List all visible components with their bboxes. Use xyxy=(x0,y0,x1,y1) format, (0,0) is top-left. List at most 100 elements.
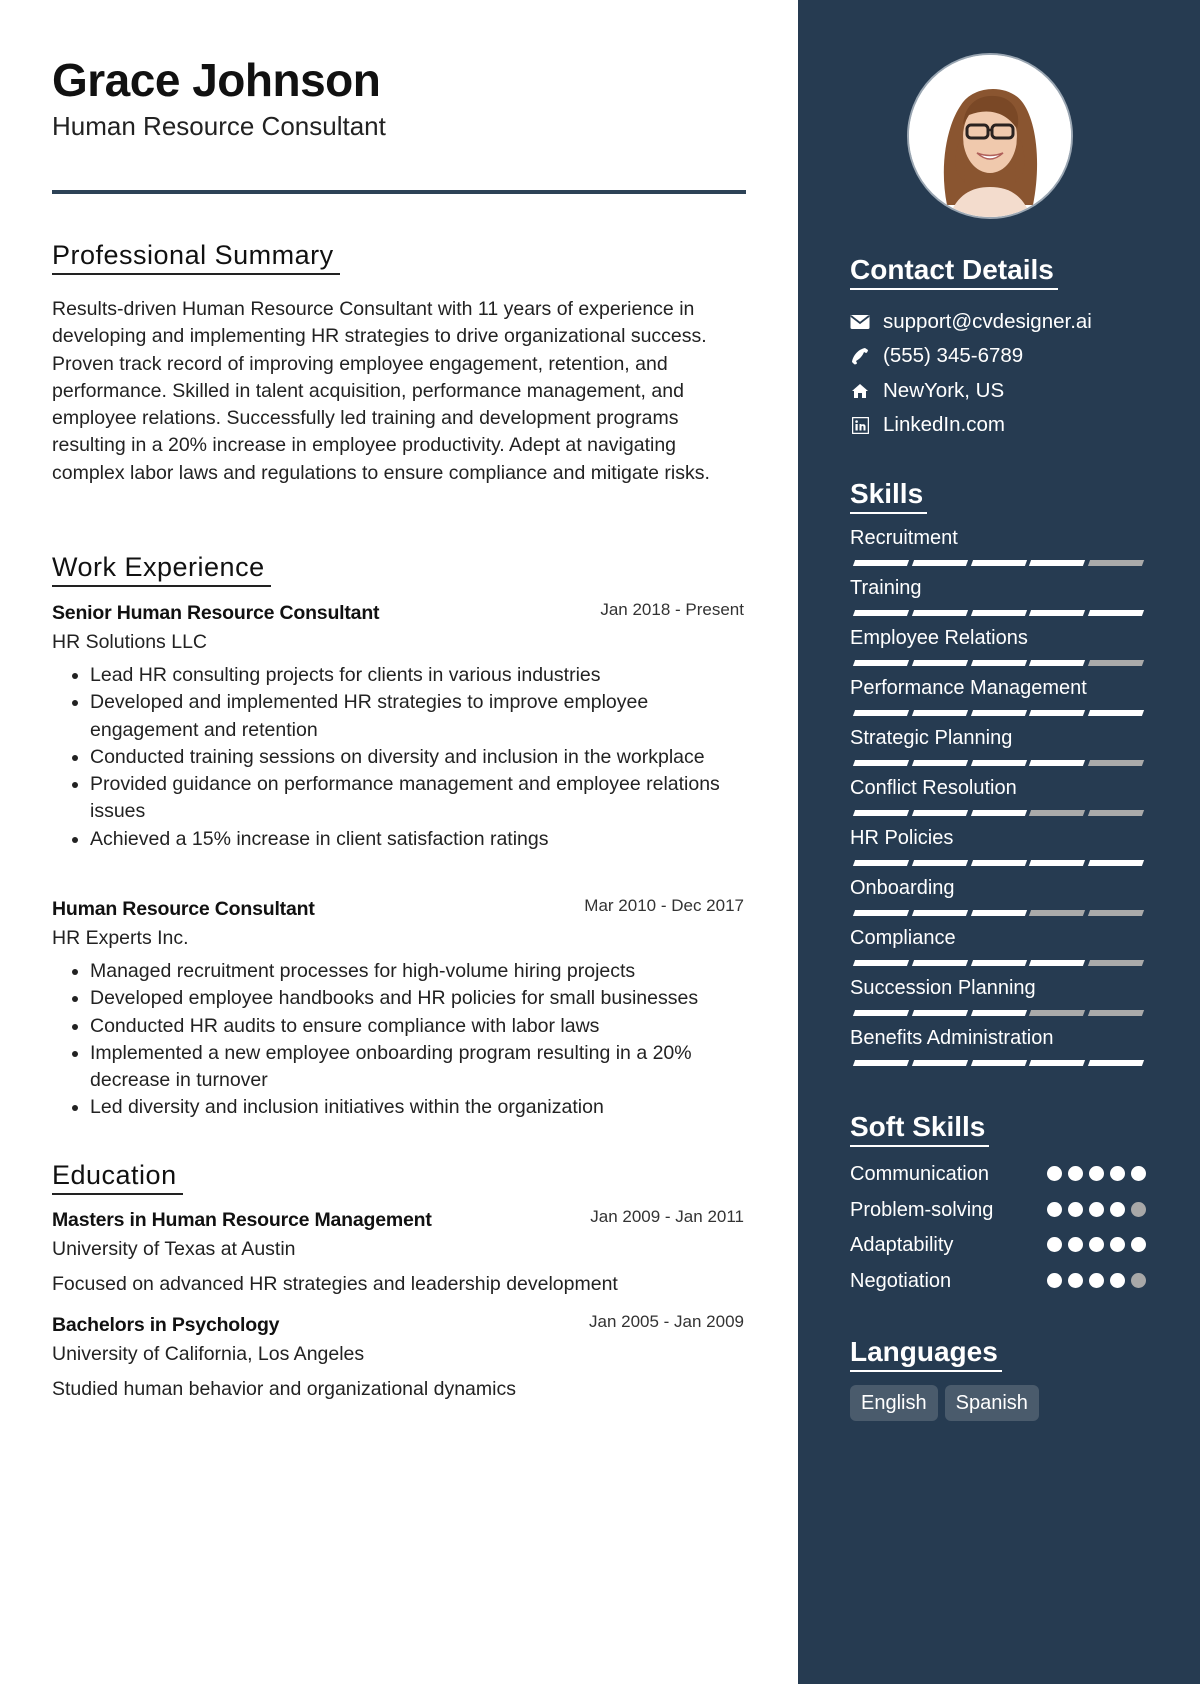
rating-dot-filled xyxy=(1047,1166,1062,1181)
rating-dot-filled xyxy=(1110,1272,1125,1288)
section-title-languages: Languages xyxy=(850,1335,1002,1372)
skill-item: Conflict Resolution xyxy=(850,775,1148,816)
skill-level-bar xyxy=(852,1010,1148,1016)
skill-segment-filled xyxy=(970,860,1027,866)
education-date: Jan 2009 - Jan 2011 xyxy=(590,1207,744,1226)
skill-segment-filled xyxy=(852,610,909,616)
skill-segment-filled xyxy=(911,910,968,916)
section-title-contact: Contact Details xyxy=(850,253,1058,290)
skill-item: HR Policies xyxy=(850,825,1148,866)
skill-segment-filled xyxy=(852,910,909,916)
soft-skill-rating xyxy=(1041,1201,1146,1217)
job-entry: Senior Human Resource Consultant Jan 201… xyxy=(52,600,744,853)
skill-segment-filled xyxy=(911,610,968,616)
rating-dot-filled xyxy=(1110,1237,1125,1252)
skill-item: Onboarding xyxy=(850,875,1148,916)
skill-segment-filled xyxy=(911,710,968,716)
portrait-illustration xyxy=(909,55,1071,217)
skill-segment-filled xyxy=(852,960,909,966)
job-bullet: Achieved a 15% increase in client satisf… xyxy=(90,826,744,853)
soft-skill-item: Adaptability xyxy=(850,1230,1146,1260)
skill-segment-filled xyxy=(1029,760,1086,766)
job-bullet: Lead HR consulting projects for clients … xyxy=(90,662,744,689)
skill-segment-empty xyxy=(1088,560,1145,566)
languages-list: English Spanish xyxy=(850,1385,1046,1421)
job-entry: Human Resource Consultant Mar 2010 - Dec… xyxy=(52,896,744,1122)
skill-segment-filled xyxy=(970,760,1027,766)
rating-dot-empty xyxy=(1131,1201,1146,1217)
candidate-role: Human Resource Consultant xyxy=(52,111,386,141)
skill-name: Succession Planning xyxy=(850,977,1036,999)
contact-phone[interactable]: (555) 345-6789 xyxy=(850,341,1023,371)
rating-dot-filled xyxy=(1068,1237,1083,1252)
skill-segment-filled xyxy=(1088,860,1145,866)
rating-dot-filled xyxy=(1089,1166,1104,1181)
skill-segment-filled xyxy=(852,760,909,766)
skill-name: Recruitment xyxy=(850,527,958,549)
education-description: Focused on advanced HR strategies and le… xyxy=(52,1273,618,1295)
rating-dot-filled xyxy=(1110,1201,1125,1217)
soft-skill-name: Negotiation xyxy=(850,1269,952,1292)
skill-segment-filled xyxy=(852,1060,909,1066)
skill-segment-filled xyxy=(1029,610,1086,616)
candidate-name: Grace Johnson xyxy=(52,54,381,106)
skill-segment-empty xyxy=(1088,1010,1145,1016)
skill-item: Recruitment xyxy=(850,525,1148,566)
skill-level-bar xyxy=(852,810,1148,816)
job-bullet: Provided guidance on performance managem… xyxy=(90,771,744,826)
job-bullets: Managed recruitment processes for high-v… xyxy=(52,958,744,1122)
skill-segment-filled xyxy=(970,810,1027,816)
skill-segment-filled xyxy=(1088,1060,1145,1066)
skill-level-bar xyxy=(852,860,1148,866)
contact-linkedin[interactable]: LinkedIn.com xyxy=(850,410,1005,440)
skill-level-bar xyxy=(852,660,1148,666)
section-title-soft-skills: Soft Skills xyxy=(850,1110,990,1147)
job-bullets: Lead HR consulting projects for clients … xyxy=(52,662,744,853)
soft-skill-item: Problem-solving xyxy=(850,1195,1146,1225)
skill-item: Training xyxy=(850,575,1148,616)
skill-segment-filled xyxy=(911,1060,968,1066)
skill-segment-filled xyxy=(1029,660,1086,666)
rating-dot-filled xyxy=(1110,1166,1125,1181)
skill-name: Employee Relations xyxy=(850,627,1028,649)
contact-email[interactable]: support@cvdesigner.ai xyxy=(850,307,1092,337)
phone-icon xyxy=(850,346,870,366)
skill-segment-filled xyxy=(1029,710,1086,716)
job-bullet: Implemented a new employee onboarding pr… xyxy=(90,1040,744,1095)
skill-segment-filled xyxy=(970,960,1027,966)
skill-segment-filled xyxy=(1029,1060,1086,1066)
envelope-icon xyxy=(850,312,870,332)
skill-segment-filled xyxy=(970,610,1027,616)
rating-dot-filled xyxy=(1089,1201,1104,1217)
skill-segment-filled xyxy=(1029,860,1086,866)
skill-segment-empty xyxy=(1088,660,1145,666)
rating-dot-filled xyxy=(1047,1201,1062,1217)
skill-segment-filled xyxy=(852,860,909,866)
skill-item: Benefits Administration xyxy=(850,1025,1148,1066)
skill-segment-filled xyxy=(1088,710,1145,716)
section-title-education: Education xyxy=(52,1158,183,1195)
skill-level-bar xyxy=(852,910,1148,916)
summary-text: Results-driven Human Resource Consultant… xyxy=(52,298,710,484)
rating-dot-filled xyxy=(1068,1272,1083,1288)
contact-location-text: NewYork, US xyxy=(883,379,1005,402)
education-entry: Masters in Human Resource Management Jan… xyxy=(52,1207,744,1298)
skill-item: Succession Planning xyxy=(850,975,1148,1016)
skill-segment-filled xyxy=(852,560,909,566)
skill-name: Performance Management xyxy=(850,677,1087,699)
skill-item: Employee Relations xyxy=(850,625,1148,666)
job-date: Mar 2010 - Dec 2017 xyxy=(584,896,744,915)
soft-skill-name: Communication xyxy=(850,1163,989,1185)
skill-segment-filled xyxy=(852,1010,909,1016)
skill-item: Strategic Planning xyxy=(850,725,1148,766)
education-date: Jan 2005 - Jan 2009 xyxy=(588,1312,744,1331)
skill-segment-filled xyxy=(1029,960,1086,966)
skill-name: Conflict Resolution xyxy=(850,777,1017,799)
job-company: HR Solutions LLC xyxy=(52,631,207,653)
skill-name: Compliance xyxy=(850,927,956,949)
skill-level-bar xyxy=(852,560,1148,566)
job-bullet: Developed employee handbooks and HR poli… xyxy=(90,985,744,1012)
job-bullet: Led diversity and inclusion initiatives … xyxy=(90,1094,744,1121)
skill-segment-filled xyxy=(1088,610,1145,616)
rating-dot-filled xyxy=(1131,1166,1146,1181)
